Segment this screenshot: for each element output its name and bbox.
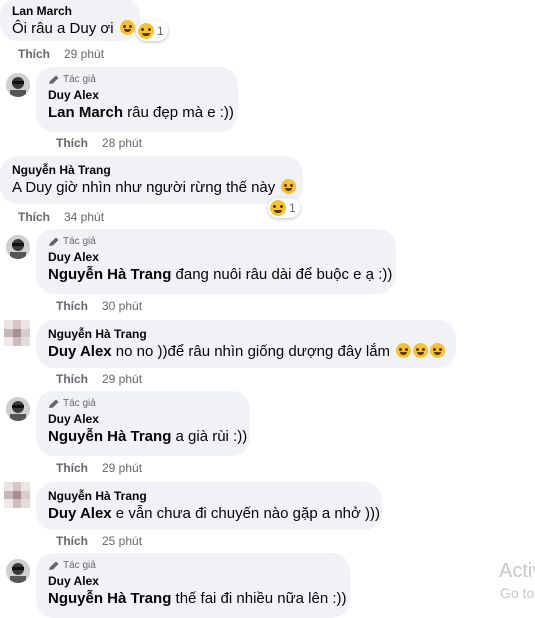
reaction-count: 1	[289, 201, 296, 215]
avatar-photo-icon	[6, 235, 30, 259]
like-button[interactable]: Thích	[56, 534, 88, 548]
like-button[interactable]: Thích	[18, 47, 50, 61]
comment-body: thế fai đi nhiều nữa lên :))	[171, 590, 347, 607]
activation-watermark-subtitle: Go to	[500, 585, 535, 601]
comment-body: a già rùi :))	[171, 428, 248, 445]
timestamp[interactable]: 25 phút	[102, 534, 142, 548]
role-label: Tác giả	[63, 398, 96, 409]
author-badge: Tác giả	[48, 559, 338, 573]
pencil-icon	[49, 75, 59, 84]
rofl-emoji-icon	[281, 179, 297, 194]
rofl-emoji-icon	[430, 343, 446, 358]
avatar[interactable]	[4, 320, 30, 346]
comment-text: Nguyễn Hà Trang a già rùi :))	[48, 427, 247, 447]
pencil-icon	[49, 237, 59, 246]
comment-bubble: Tác giả Duy Alex Nguyễn Hà Trang thế fai…	[36, 553, 350, 618]
mention-link[interactable]: Lan March	[48, 104, 123, 121]
comment-text: Ôi râu a Duy ơi	[12, 19, 135, 39]
comment-meta: Thích 28 phút	[56, 136, 142, 150]
like-button[interactable]: Thích	[56, 136, 88, 150]
avatar[interactable]	[4, 482, 30, 508]
comment-author[interactable]: Duy Alex	[48, 573, 338, 589]
timestamp[interactable]: 29 phút	[102, 461, 142, 475]
comment-body: Ôi râu a Duy ơi	[12, 20, 114, 37]
author-badge: Tác giả	[48, 73, 226, 87]
timestamp[interactable]: 28 phút	[102, 136, 142, 150]
comment-text: Nguyễn Hà Trang thế fai đi nhiều nữa lên…	[48, 589, 347, 609]
comment-body: đang nuôi râu dài để buộc e ạ :))	[171, 266, 393, 283]
comment-bubble: Nguyễn Hà Trang Duy Alex no no ))để râu …	[36, 320, 456, 368]
rofl-emoji-icon	[413, 343, 429, 358]
timestamp[interactable]: 30 phút	[102, 299, 142, 313]
mention-link[interactable]: Duy Alex	[48, 505, 112, 522]
avatar-photo-icon	[6, 397, 30, 421]
avatar-photo-icon	[6, 559, 30, 583]
comment-author[interactable]: Duy Alex	[48, 249, 384, 265]
comment-body: râu đẹp mà e :))	[123, 104, 234, 121]
role-label: Tác giả	[63, 560, 96, 571]
comment-author[interactable]: Duy Alex	[48, 87, 226, 103]
pencil-icon	[49, 399, 59, 408]
comment-text: A Duy giờ nhìn như người rừng thế này	[12, 178, 297, 198]
avatar[interactable]	[6, 559, 30, 583]
comment-meta: Thích 29 phút	[18, 47, 104, 61]
rofl-emoji-icon	[396, 343, 412, 358]
mention-link[interactable]: Nguyễn Hà Trang	[48, 428, 171, 445]
comment-author[interactable]: Duy Alex	[48, 411, 238, 427]
timestamp[interactable]: 34 phút	[64, 210, 104, 224]
author-badge: Tác giả	[48, 235, 384, 249]
laughing-emoji-icon	[119, 20, 135, 35]
comment-text: Duy Alex no no ))để râu nhìn giống dượng…	[48, 342, 446, 362]
comment-bubble: Nguyễn Hà Trang A Duy giờ nhìn như người…	[0, 156, 303, 204]
like-button[interactable]: Thích	[56, 299, 88, 313]
author-badge: Tác giả	[48, 397, 238, 411]
comment-author[interactable]: Nguyễn Hà Trang	[48, 488, 370, 504]
comment-body: no no ))để râu nhìn giống dượng đây lắm	[111, 343, 391, 360]
comment-author[interactable]: Nguyễn Hà Trang	[48, 326, 444, 342]
comment-body: A Duy giờ nhìn như người rừng thế này	[12, 179, 276, 196]
like-button[interactable]: Thích	[56, 372, 88, 386]
activation-watermark-title: Activ	[499, 560, 535, 582]
haha-reaction-icon	[270, 200, 286, 216]
comment-bubble: Tác giả Duy Alex Nguyễn Hà Trang đang nu…	[36, 229, 396, 294]
reaction-badge[interactable]: 1	[268, 198, 300, 218]
timestamp[interactable]: 29 phút	[64, 47, 104, 61]
avatar[interactable]	[6, 397, 30, 421]
comment-body: e vẫn chưa đi chuyến nào gặp a nhở )))	[111, 505, 381, 522]
comment-text: Nguyễn Hà Trang đang nuôi râu dài để buộ…	[48, 265, 392, 285]
mention-link[interactable]: Nguyễn Hà Trang	[48, 266, 171, 283]
comment-bubble: Nguyễn Hà Trang Duy Alex e vẫn chưa đi c…	[36, 482, 382, 530]
comment-meta: Thích 34 phút	[18, 210, 104, 224]
like-button[interactable]: Thích	[18, 210, 50, 224]
timestamp[interactable]: 29 phút	[102, 372, 142, 386]
mention-link[interactable]: Duy Alex	[48, 343, 112, 360]
avatar[interactable]	[6, 235, 30, 259]
haha-reaction-icon	[138, 23, 154, 39]
avatar-blurred-icon	[4, 482, 30, 508]
comment-bubble: Tác giả Duy Alex Lan March râu đẹp mà e …	[36, 67, 238, 132]
comment-author[interactable]: Nguyễn Hà Trang	[12, 162, 291, 178]
reaction-count: 1	[157, 24, 164, 38]
comment-meta: Thích 29 phút	[56, 372, 142, 386]
comment-text: Lan March râu đẹp mà e :))	[48, 103, 234, 123]
like-button[interactable]: Thích	[56, 461, 88, 475]
comment-author[interactable]: Lan March	[12, 3, 128, 19]
comment-bubble: Tác giả Duy Alex Nguyễn Hà Trang a già r…	[36, 391, 250, 456]
comment-meta: Thích 25 phút	[56, 534, 142, 548]
mention-link[interactable]: Nguyễn Hà Trang	[48, 590, 171, 607]
avatar[interactable]	[6, 73, 30, 97]
reaction-badge[interactable]: 1	[136, 21, 168, 41]
comment-text: Duy Alex e vẫn chưa đi chuyến nào gặp a …	[48, 504, 380, 524]
comment-bubble: Lan March Ôi râu a Duy ơi	[0, 0, 140, 41]
role-label: Tác giả	[63, 236, 96, 247]
role-label: Tác giả	[63, 74, 96, 85]
avatar-photo-icon	[6, 73, 30, 97]
comment-meta: Thích 29 phút	[56, 461, 142, 475]
comment-meta: Thích 30 phút	[56, 299, 142, 313]
avatar-blurred-icon	[4, 320, 30, 346]
pencil-icon	[49, 561, 59, 570]
